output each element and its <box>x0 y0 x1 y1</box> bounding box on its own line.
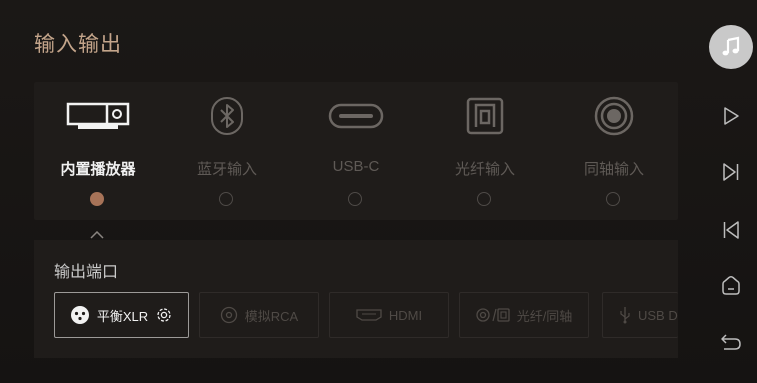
optical-coaxial-icon <box>476 307 510 323</box>
source-radio-dot[interactable] <box>477 192 491 206</box>
source-optical[interactable]: 光纤输入 <box>421 82 549 220</box>
source-radio-dot[interactable] <box>348 192 362 206</box>
rca-icon <box>220 306 238 324</box>
usb-c-icon <box>292 96 420 136</box>
back-icon[interactable] <box>704 330 757 354</box>
next-icon[interactable] <box>704 160 757 184</box>
input-source-panel: 内置播放器 蓝牙输入 USB-C 光纤输入 同轴输入 <box>34 82 678 220</box>
gear-icon[interactable] <box>155 306 173 324</box>
io-screen: 输入输出 内置播放器 蓝牙输入 USB-C 光纤输入 同轴输入 输出端口 平衡X… <box>0 0 757 383</box>
port-optical-coaxial[interactable]: 光纤/同轴 <box>459 292 589 338</box>
music-icon[interactable] <box>709 25 753 69</box>
source-label: 同轴输入 <box>583 161 644 178</box>
output-section-title: 输出端口 <box>54 264 119 281</box>
source-label: 蓝牙输入 <box>196 161 257 178</box>
port-balanced-xlr[interactable]: 平衡XLR <box>54 292 189 338</box>
source-coaxial[interactable]: 同轴输入 <box>550 82 678 220</box>
port-analog-rca[interactable]: 模拟RCA <box>199 292 319 338</box>
output-port-panel: 输出端口 平衡XLR 模拟RCA HDMI 光纤/同轴 USB D <box>34 240 678 358</box>
source-label: 光纤输入 <box>454 161 515 178</box>
source-label: 内置播放器 <box>60 161 136 178</box>
player-icon <box>34 96 162 136</box>
source-radio-dot[interactable] <box>90 192 104 206</box>
optical-icon <box>421 96 549 136</box>
source-internal-player[interactable]: 内置播放器 <box>34 82 162 220</box>
port-label: USB D <box>638 307 678 323</box>
port-hdmi[interactable]: HDMI <box>329 292 449 338</box>
port-label: HDMI <box>388 307 423 323</box>
source-usb-c[interactable]: USB-C <box>292 82 420 220</box>
page-title: 输入输出 <box>34 33 122 56</box>
hdmi-icon <box>356 308 382 322</box>
usb-icon <box>619 306 631 324</box>
coaxial-icon <box>550 96 678 136</box>
port-label: 光纤/同轴 <box>516 308 573 324</box>
play-icon[interactable] <box>704 104 757 128</box>
source-radio-dot[interactable] <box>606 192 620 206</box>
port-label: 模拟RCA <box>244 308 299 324</box>
bluetooth-icon <box>163 96 291 136</box>
port-label: 平衡XLR <box>96 308 149 324</box>
xlr-icon <box>70 305 90 325</box>
source-label: USB-C <box>332 158 380 175</box>
source-bluetooth[interactable]: 蓝牙输入 <box>163 82 291 220</box>
source-radio-dot[interactable] <box>219 192 233 206</box>
port-usb[interactable]: USB D <box>602 292 678 338</box>
home-icon[interactable] <box>704 272 757 298</box>
side-control-bar <box>704 0 757 383</box>
previous-icon[interactable] <box>704 218 757 242</box>
